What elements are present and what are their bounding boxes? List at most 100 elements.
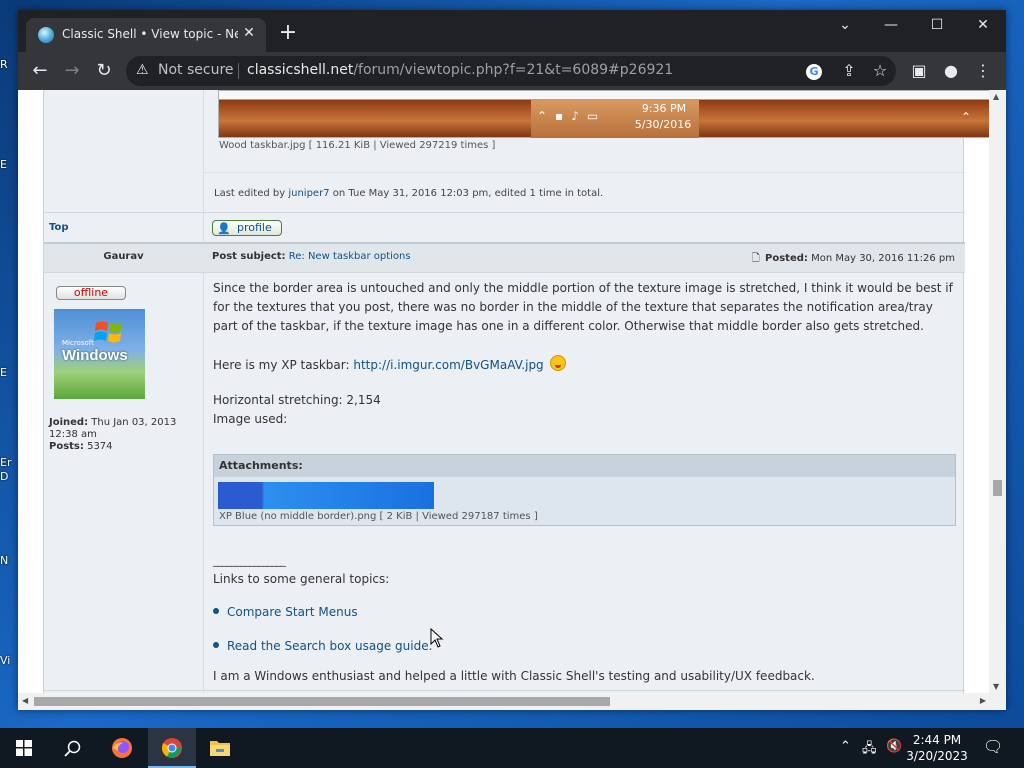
warning-triangle-icon[interactable]: ⚠ (136, 62, 149, 78)
taskbar-firefox[interactable] (98, 728, 146, 768)
windows-logo-icon (16, 740, 32, 756)
profile-button-label: profile (237, 221, 272, 234)
horizontal-scroll-thumb[interactable] (34, 697, 610, 706)
network-icon[interactable]: 🖧 (862, 739, 877, 761)
avatar-windows-text: Windows (62, 347, 128, 364)
bookmark-star-icon[interactable]: ☆ (869, 60, 891, 82)
desktop-icon-label[interactable]: R (0, 58, 18, 71)
maximize-icon[interactable]: ☐ (914, 10, 960, 42)
profile-button[interactable]: 👤 profile (212, 220, 282, 236)
taskbar-chrome[interactable] (148, 728, 196, 768)
last-edit-user-link[interactable]: juniper7 (288, 188, 329, 199)
vertical-scroll-thumb[interactable] (993, 480, 1002, 496)
more-menu-icon[interactable]: ⋮ (972, 60, 994, 82)
google-lens-icon[interactable]: G (806, 64, 822, 80)
clock-time: 2:44 PM (912, 733, 962, 747)
posted-date: Mon May 30, 2016 11:26 pm (811, 253, 955, 264)
tab-search-chevron-icon[interactable]: ⌄ (822, 10, 868, 42)
taskbar-clock[interactable]: 2:44 PM 3/20/2023 (902, 732, 972, 764)
forum-topic: ⌃▪♪▭ 9:36 PM 5/30/2016 ⌃ Wood taskbar.jp… (43, 90, 990, 693)
desktop-icon-label[interactable]: D (0, 470, 18, 483)
compare-start-menus-link[interactable]: Compare Start Menus (227, 605, 358, 619)
url-path: /forum/viewtopic.php?f=21&t=6089#p26921 (353, 62, 674, 78)
shell-favicon-icon (38, 27, 54, 43)
posts-value: 5374 (87, 441, 113, 452)
signature-link-item[interactable]: Compare Start Menus (213, 605, 358, 619)
url-domain: classicshell.net (247, 62, 354, 78)
windows-taskbar: ⌃ 🖧 🔇 2:44 PM 3/20/2023 🗨 (0, 728, 1024, 768)
tray-date: 5/30/2016 (634, 118, 692, 131)
url-text[interactable]: classicshell.net/forum/viewtopic.php?f=2… (247, 62, 673, 78)
tab-strip: Classic Shell • View topic - New t ✕ + ⌄… (18, 10, 1006, 52)
subject-label: Post subject: (212, 251, 286, 262)
not-secure-label[interactable]: Not secure (158, 62, 234, 78)
last-edit-prefix: Last edited by (214, 188, 286, 199)
side-panel-icon[interactable]: ▣ (908, 60, 930, 82)
desktop-icon-label[interactable]: N (0, 554, 18, 567)
xp-blue-attachment-image[interactable] (218, 482, 434, 509)
signature-link-item[interactable]: Read the Search box usage guide. (213, 639, 432, 653)
address-bar[interactable]: ⚠ Not secure classicshell.net/forum/view… (126, 56, 896, 86)
desktop-icon-label[interactable]: E (0, 158, 18, 171)
profile-avatar-icon[interactable]: ● (940, 60, 962, 82)
firefox-icon (112, 738, 132, 758)
scroll-down-icon[interactable]: ▼ (993, 682, 999, 691)
address-separator (238, 63, 239, 79)
back-arrow-icon[interactable]: ← (28, 59, 52, 83)
close-tab-icon[interactable]: ✕ (240, 24, 258, 42)
subject-link[interactable]: Re: New taskbar options (289, 251, 411, 262)
browser-window: Classic Shell • View topic - New t ✕ + ⌄… (18, 10, 1006, 710)
scroll-left-icon[interactable]: ◀ (22, 696, 28, 705)
user-profile-icon: 👤 (217, 222, 231, 235)
mouse-cursor-icon (430, 628, 444, 648)
post-page-icon[interactable]: 🗋 (752, 251, 760, 268)
vertical-scrollbar[interactable]: ▲ ▼ (989, 90, 1006, 693)
post-paragraph: Here is my XP taskbar: http://i.imgur.co… (213, 355, 957, 375)
horizontal-scrollbar[interactable]: ◀ ▶ (18, 693, 1006, 710)
signature-links-title: Links to some general topics: (213, 572, 390, 586)
search-button[interactable] (48, 728, 96, 768)
tray-icons: ⌃▪♪▭ (537, 109, 607, 123)
avatar: Microsoft Windows (54, 309, 145, 399)
attachment-caption: XP Blue (no middle border).png [ 2 KiB |… (219, 511, 538, 522)
header-separator (44, 272, 965, 273)
post-author[interactable]: Gaurav (44, 251, 203, 262)
wood-taskbar-attachment-image[interactable]: ⌃▪♪▭ 9:36 PM 5/30/2016 ⌃ (218, 90, 990, 138)
show-hidden-icons-chevron-icon[interactable]: ⌃ (840, 739, 851, 754)
taskbar-file-explorer[interactable] (196, 728, 244, 768)
browser-tab-active[interactable]: Classic Shell • View topic - New t ✕ (26, 18, 266, 52)
attachments-box: Attachments: XP Blue (no middle border).… (213, 454, 956, 526)
start-button[interactable] (0, 728, 48, 768)
signature-footer: I am a Windows enthusiast and helped a l… (213, 669, 815, 683)
desktop-icon-label[interactable]: Er (0, 456, 18, 469)
row-separator (44, 212, 965, 213)
posts-label: Posts: (49, 441, 84, 452)
close-window-icon[interactable]: ✕ (960, 10, 1006, 42)
post-separator (44, 242, 965, 244)
reload-icon[interactable]: ↻ (92, 59, 116, 83)
forward-arrow-icon[interactable]: → (60, 59, 84, 83)
volume-muted-icon[interactable]: 🔇 (886, 739, 902, 754)
post-paragraph: Since the border area is untouched and o… (213, 281, 953, 333)
scroll-right-icon[interactable]: ▶ (980, 696, 986, 705)
desktop-icon-label[interactable]: Vi (0, 654, 18, 667)
bullet-icon (213, 642, 219, 648)
share-icon[interactable]: ⇪ (838, 60, 860, 82)
windows-flag-logo-icon (94, 321, 122, 343)
clock-date: 3/20/2023 (906, 749, 968, 763)
search-box-guide-link[interactable]: Read the Search box usage guide. (227, 639, 432, 653)
desktop-icon-label[interactable]: E (0, 366, 18, 379)
column-divider (203, 90, 204, 693)
post-subject: Post subject: Re: New taskbar options (212, 251, 411, 262)
tray-time: 9:36 PM (641, 102, 687, 115)
minimize-icon[interactable]: — (868, 10, 914, 42)
new-tab-icon[interactable]: + (276, 22, 300, 46)
post-paragraph: Image used: (213, 412, 288, 426)
attachment-caption: Wood taskbar.jpg [ 116.21 KiB | Viewed 2… (219, 140, 496, 151)
notifications-icon[interactable]: 🗨 (983, 737, 1003, 756)
post-paragraph: Horizontal stretching: 2,154 (213, 393, 381, 407)
imgur-link[interactable]: http://i.imgur.com/BvGMaAV.jpg (353, 358, 543, 372)
last-edit-suffix: on Tue May 31, 2016 12:03 pm, edited 1 t… (332, 188, 604, 199)
top-link[interactable]: Top (49, 222, 69, 233)
scroll-up-icon[interactable]: ▲ (993, 92, 999, 101)
